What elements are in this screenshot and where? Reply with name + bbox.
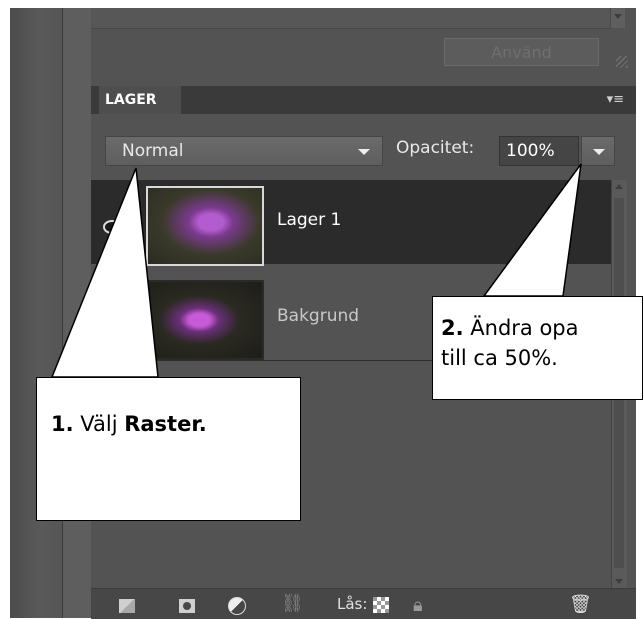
layers-toolbar: ⛓ Lås: 🔒︎ 🗑︎ <box>91 588 636 619</box>
panel-tab-bar: LAGER ▾≡ <box>91 86 636 114</box>
layer-name: Bakgrund <box>277 306 360 326</box>
blend-mode-select[interactable]: Normal <box>105 136 383 166</box>
upper-panel-scrollbar[interactable] <box>610 8 625 28</box>
callout-2-number: 2. <box>441 316 464 340</box>
callout-1-text: Välj <box>73 412 125 436</box>
layer-row-lager-1[interactable]: Lager 1 <box>91 180 611 266</box>
panel-dock-divider <box>62 8 92 618</box>
panel-menu-icon[interactable]: ▾≡ <box>607 92 624 107</box>
lock-label: Lås: <box>337 595 368 613</box>
callout-2-line2: till ca 50%. <box>441 346 558 370</box>
chevron-up-icon[interactable] <box>615 184 623 189</box>
layer-name: Lager 1 <box>277 210 342 230</box>
chevron-down-icon <box>614 14 622 19</box>
callout-step-1: 1. Välj Raster. <box>36 377 301 521</box>
apply-button[interactable]: Använd <box>444 38 599 66</box>
layer-thumbnail[interactable] <box>146 280 264 360</box>
lock-transparency-icon[interactable] <box>373 597 389 613</box>
layer-thumbnail[interactable] <box>146 186 264 266</box>
resize-grip-icon[interactable] <box>616 56 628 68</box>
callout-1-number: 1. <box>51 412 74 436</box>
upper-panel-content <box>91 8 611 29</box>
adjustment-icon[interactable] <box>228 597 246 615</box>
mask-icon[interactable] <box>179 599 195 613</box>
callout-step-2: 2. Ändra opa till ca 50%. <box>432 296 643 400</box>
chevron-down-icon <box>358 149 370 155</box>
trash-icon[interactable]: 🗑︎ <box>569 594 592 615</box>
callout-2-line1: Ändra opa <box>463 316 579 340</box>
opacity-input[interactable]: 100% <box>499 136 579 166</box>
chevron-down-icon[interactable] <box>615 579 623 584</box>
eye-icon[interactable] <box>103 220 121 234</box>
blend-mode-value: Normal <box>122 141 184 161</box>
new-layer-icon[interactable] <box>119 599 135 613</box>
link-icon[interactable]: ⛓ <box>281 593 304 614</box>
lock-icon[interactable]: 🔒︎ <box>413 595 423 616</box>
opacity-dropdown-button[interactable] <box>581 136 615 166</box>
app-background <box>10 8 62 618</box>
chevron-down-icon <box>593 149 605 155</box>
opacity-label: Opacitet: <box>396 138 475 158</box>
callout-1-bold: Raster. <box>124 412 207 436</box>
tab-layers[interactable]: LAGER <box>99 86 181 114</box>
